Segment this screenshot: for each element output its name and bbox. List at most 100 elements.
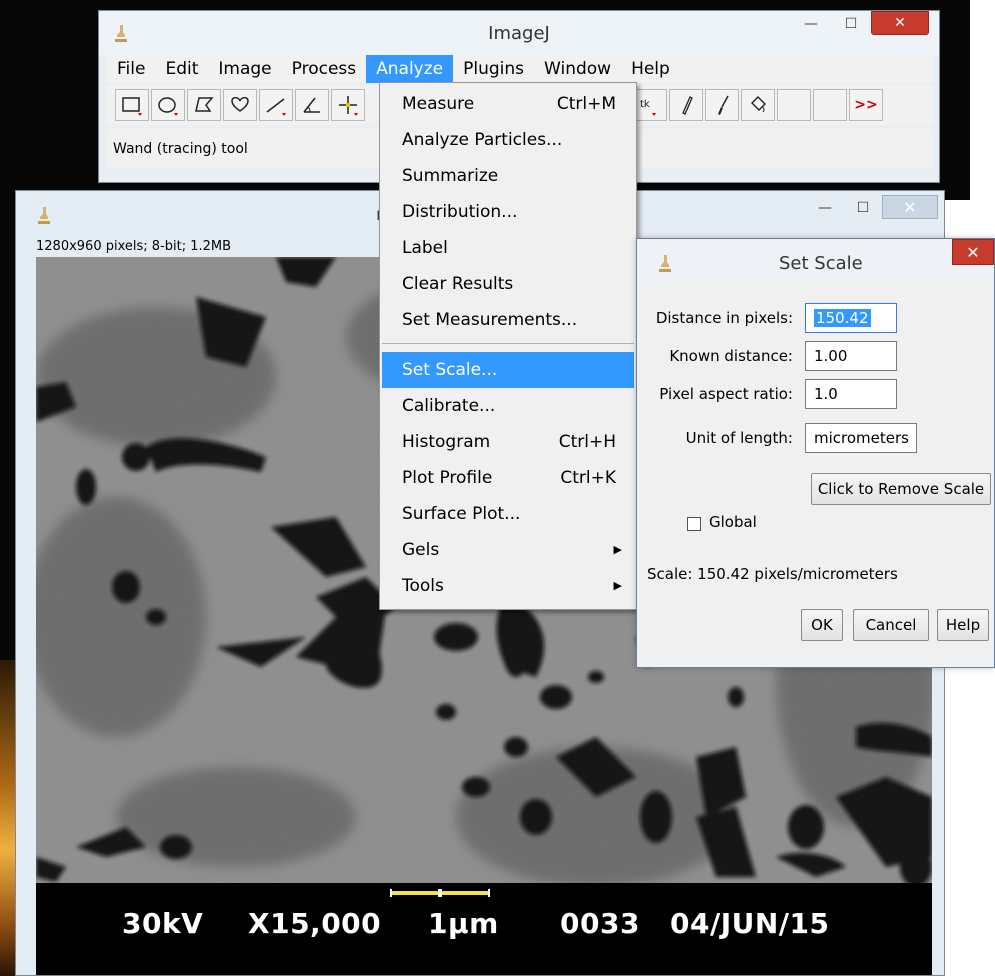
angle-tool[interactable] (295, 89, 329, 121)
pixel-aspect-label: Pixel aspect ratio: (659, 385, 793, 403)
distance-value: 150.42 (814, 309, 871, 327)
main-titlebar[interactable]: ImageJ — ☐ ✕ (99, 11, 939, 55)
image-info: 1280x960 pixels; 8-bit; 1.2MB (36, 239, 232, 254)
menu-separator (382, 343, 634, 344)
menu-item-label: Tools (402, 576, 444, 596)
menu-help[interactable]: Help (621, 55, 680, 83)
menu-item-histogram[interactable]: Histogram Ctrl+H (382, 424, 634, 460)
menu-item-label: Set Measurements... (402, 310, 578, 330)
main-window-controls: — ☐ ✕ (791, 11, 929, 41)
menu-item-shortcut: Ctrl+K (560, 468, 616, 488)
menu-edit[interactable]: Edit (155, 55, 208, 83)
submenu-arrow-icon: ▶ (613, 543, 622, 556)
menu-item-analyze-particles[interactable]: Analyze Particles... (382, 122, 634, 158)
line-tool[interactable] (259, 89, 293, 121)
sem-frame-number: 0033 (560, 907, 640, 940)
global-label: Global (709, 513, 757, 531)
menu-image[interactable]: Image (208, 55, 281, 83)
sem-info-bar: 30kV X15,000 1µm 0033 04/JUN/15 (36, 883, 932, 975)
menu-item-gels[interactable]: Gels ▶ (382, 532, 634, 568)
menu-item-summarize[interactable]: Summarize (382, 158, 634, 194)
menu-item-tools[interactable]: Tools ▶ (382, 568, 634, 604)
freehand-tool[interactable] (223, 89, 257, 121)
dialog-title: Set Scale (779, 253, 863, 274)
dialog-titlebar[interactable]: Set Scale ✕ (637, 239, 994, 283)
menu-item-label: Histogram (402, 432, 491, 452)
help-button[interactable]: Help (937, 609, 989, 641)
distance-label: Distance in pixels: (655, 309, 793, 327)
distance-in-pixels-field[interactable]: 150.42 (805, 303, 897, 333)
menu-bar: File Edit Image Process Analyze Plugins … (107, 55, 933, 83)
pencil-icon (682, 96, 693, 115)
maximize-button[interactable]: ☐ (831, 11, 871, 37)
maximize-button[interactable]: ☐ (844, 195, 882, 221)
flood-fill-tool[interactable] (741, 89, 775, 121)
menu-item-shortcut: Ctrl+M (556, 94, 616, 114)
freehand-icon (231, 96, 249, 112)
menu-item-label: Analyze Particles... (402, 130, 563, 150)
polygon-tool[interactable] (187, 89, 221, 121)
global-checkbox[interactable] (687, 517, 701, 531)
menu-item-label[interactable]: Label (382, 230, 634, 266)
pencil-tool[interactable] (669, 89, 703, 121)
menu-item-set-measurements[interactable]: Set Measurements... (382, 302, 634, 338)
minimize-button[interactable]: — (791, 11, 831, 37)
close-button[interactable]: ✕ (882, 195, 938, 219)
known-distance-field[interactable]: 1.00 (805, 341, 897, 371)
menu-item-label: Summarize (402, 166, 499, 186)
menu-item-measure[interactable]: Measure Ctrl+M (382, 86, 634, 122)
menu-file[interactable]: File (107, 55, 155, 83)
imagej-microscope-icon (38, 207, 50, 224)
angle-icon (303, 97, 320, 113)
ok-button[interactable]: OK (801, 609, 843, 641)
line-icon (266, 98, 286, 116)
more-tools-button[interactable]: >> (849, 89, 883, 121)
menu-item-label: Gels (402, 540, 440, 560)
close-button[interactable]: ✕ (871, 11, 929, 35)
image-window-controls: — ☐ ✕ (806, 195, 938, 221)
oval-tool[interactable] (151, 89, 185, 121)
menu-item-label: Measure (402, 94, 475, 114)
menu-item-surface-plot[interactable]: Surface Plot... (382, 496, 634, 532)
sem-date: 04/JUN/15 (670, 907, 830, 940)
menu-item-label: Clear Results (402, 274, 514, 294)
custom-tool-slot-2[interactable] (813, 89, 847, 121)
unit-of-length-field[interactable]: micrometers (805, 423, 917, 453)
menu-item-label: Label (402, 238, 448, 258)
cancel-button[interactable]: Cancel (853, 609, 929, 641)
svg-text:tk: tk (640, 99, 650, 110)
minimize-button[interactable]: — (806, 195, 844, 221)
oval-icon (158, 97, 178, 116)
brush-tool[interactable] (705, 89, 739, 121)
submenu-arrow-icon: ▶ (613, 579, 622, 592)
crosshair-icon (339, 96, 358, 116)
known-distance-label: Known distance: (669, 347, 793, 365)
text-tool[interactable]: tk (633, 89, 667, 121)
dialog-body: Distance in pixels: 150.42 Known distanc… (643, 283, 992, 663)
menu-item-label: Set Scale... (402, 360, 498, 380)
sem-voltage: 30kV (122, 907, 204, 940)
menu-item-distribution[interactable]: Distribution... (382, 194, 634, 230)
sem-magnification: X15,000 (248, 907, 382, 940)
remove-scale-button[interactable]: Click to Remove Scale (811, 473, 991, 505)
menu-item-set-scale[interactable]: Set Scale... (382, 352, 634, 388)
menu-plugins[interactable]: Plugins (453, 55, 534, 83)
custom-tool-slot-1[interactable] (777, 89, 811, 121)
menu-item-label: Distribution... (402, 202, 518, 222)
menu-item-calibrate[interactable]: Calibrate... (382, 388, 634, 424)
dialog-close-button[interactable]: ✕ (952, 239, 994, 265)
menu-window[interactable]: Window (534, 55, 621, 83)
menu-process[interactable]: Process (282, 55, 367, 83)
menu-item-shortcut: Ctrl+H (558, 432, 616, 452)
bucket-icon (751, 96, 766, 113)
unit-of-length-label: Unit of length: (685, 429, 793, 447)
menu-analyze[interactable]: Analyze (366, 55, 454, 83)
set-scale-dialog: Set Scale ✕ Distance in pixels: 150.42 K… (636, 238, 995, 668)
scale-summary-text: Scale: 150.42 pixels/micrometers (647, 565, 898, 583)
menu-item-plot-profile[interactable]: Plot Profile Ctrl+K (382, 460, 634, 496)
rectangle-tool[interactable] (115, 89, 149, 121)
pixel-aspect-ratio-field[interactable]: 1.0 (805, 379, 897, 409)
brush-icon (718, 95, 729, 115)
menu-item-clear-results[interactable]: Clear Results (382, 266, 634, 302)
point-tool[interactable] (331, 89, 365, 121)
